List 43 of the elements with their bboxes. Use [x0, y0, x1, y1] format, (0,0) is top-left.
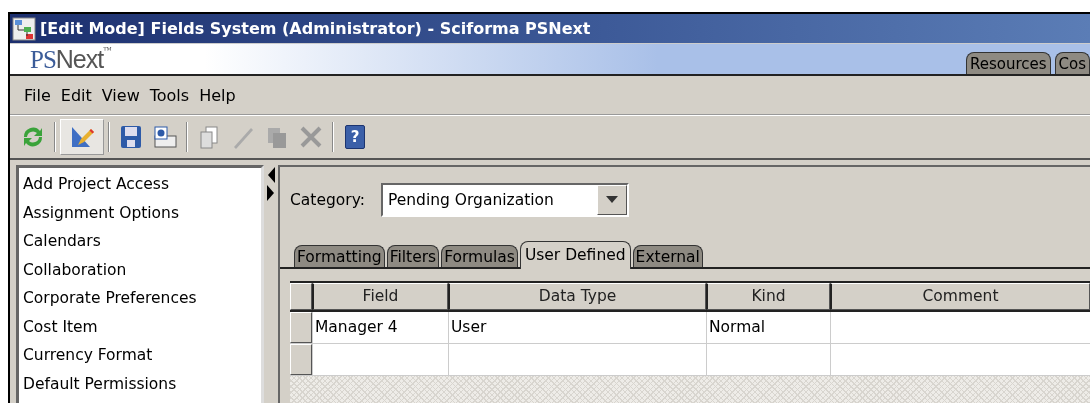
column-header[interactable]: Data Type: [448, 283, 706, 310]
help-icon: ?: [345, 125, 365, 149]
tab[interactable]: Filters: [386, 245, 440, 267]
menu-item[interactable]: File: [24, 83, 51, 107]
category-dropdown[interactable]: Pending Organization: [380, 183, 629, 217]
module-tab[interactable]: Resources: [965, 52, 1051, 74]
module-tab[interactable]: Cos: [1054, 52, 1090, 74]
tab[interactable]: Formatting: [294, 245, 385, 267]
sidebar-item[interactable]: Collaboration: [23, 257, 261, 286]
sidebar-item[interactable]: Default Permissions: [23, 371, 261, 400]
menu-item[interactable]: Help: [199, 83, 236, 107]
tab[interactable]: User Defined: [519, 241, 631, 269]
window-title: [Edit Mode] Fields System (Administrator) - Sciforma PSNext: [40, 19, 591, 38]
sidebar-item[interactable]: Cost Item: [23, 314, 261, 343]
menu-item[interactable]: Tools: [149, 83, 190, 107]
sidebar-item[interactable]: Currency Format: [23, 343, 261, 372]
toolbar-button[interactable]: ?: [338, 119, 372, 155]
delete-icon: [299, 124, 323, 150]
table-cell: Manager 4: [312, 312, 448, 343]
row-header[interactable]: [290, 283, 312, 310]
row-header[interactable]: [290, 312, 312, 343]
column-header[interactable]: Field: [312, 283, 448, 310]
column-header[interactable]: Comment: [830, 283, 1090, 310]
column-header[interactable]: Kind: [706, 283, 830, 310]
row-header[interactable]: [290, 344, 312, 375]
sidebar-item[interactable]: Calendars: [23, 229, 261, 258]
sidebar-item[interactable]: Assignment Options: [23, 200, 261, 229]
logo: PSNext™: [29, 44, 112, 74]
sidebar-item[interactable]: Corporate Preferences: [23, 286, 261, 315]
collapse-arrows-icon[interactable]: [265, 165, 276, 203]
window-gear-icon: [152, 124, 178, 150]
menu-item[interactable]: Edit: [60, 83, 92, 107]
app-icon: [12, 16, 36, 41]
tab[interactable]: External: [632, 245, 703, 267]
category-label: Category:: [290, 191, 365, 209]
dropdown-arrow-icon: [605, 196, 618, 204]
sidebar-item[interactable]: Add Project Access: [23, 172, 261, 201]
copy-icon: [198, 124, 220, 150]
toolbar-button[interactable]: [60, 119, 104, 155]
menu-item[interactable]: View: [101, 83, 140, 107]
tab[interactable]: Formulas: [441, 245, 518, 267]
table-cell: Normal: [706, 312, 830, 343]
table-cell: User: [448, 312, 706, 343]
